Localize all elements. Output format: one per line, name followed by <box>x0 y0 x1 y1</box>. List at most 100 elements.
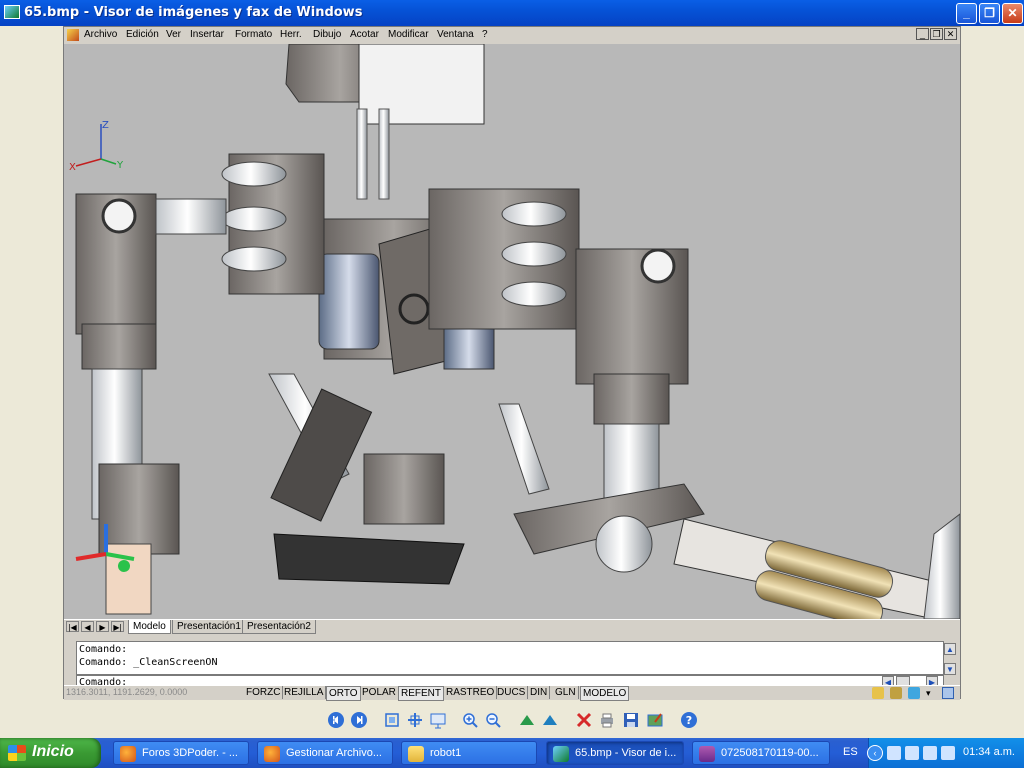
menu-help[interactable]: ? <box>482 29 488 40</box>
status-refent[interactable]: REFENT <box>398 686 444 701</box>
viewer-toolbar: ? <box>0 703 1024 735</box>
window-title: 65.bmp - Visor de imágenes y fax de Wind… <box>24 5 363 20</box>
command-history-line: Comando: <box>79 644 128 655</box>
axis-label-y: Y <box>116 160 124 171</box>
taskbar-item-label: Foros 3DPoder. - ... <box>142 747 238 759</box>
rotate-counterclockwise-icon[interactable] <box>541 711 559 729</box>
status-polar[interactable]: POLAR <box>360 686 399 699</box>
command-window: Comando: Comando: _CleanScreenON ▲ ▼ Com… <box>64 635 960 689</box>
scroll-up-button[interactable]: ▲ <box>944 643 956 655</box>
tab-presentacion1[interactable]: Presentación1 <box>172 620 246 634</box>
taskbar-item-label: 072508170119-00... <box>721 747 819 759</box>
menu-herr[interactable]: Herr. <box>280 29 302 40</box>
menu-dibujo[interactable]: Dibujo <box>313 29 341 40</box>
maximize-button[interactable]: ❐ <box>979 3 1000 24</box>
command-history: Comando: Comando: _CleanScreenON <box>76 641 944 675</box>
comm-center-icon[interactable] <box>908 687 920 699</box>
autocad-image: Archivo Edición Ver Insertar Formato Her… <box>63 26 961 701</box>
status-modelo[interactable]: MODELO <box>580 686 630 701</box>
mdi-restore-button[interactable]: ❐ <box>930 28 943 40</box>
network-icon[interactable] <box>923 746 937 760</box>
tab-next-button[interactable]: ▶ <box>96 621 109 632</box>
start-label: Inicio <box>32 743 74 760</box>
taskbar-item-winrar[interactable]: 072508170119-00... <box>692 741 830 765</box>
taskbar-item-label: 65.bmp - Visor de i... <box>575 747 677 759</box>
taskbar-item-label: Gestionar Archivo... <box>286 747 382 759</box>
autocad-app-icon <box>67 29 79 41</box>
windows-flag-icon <box>8 745 26 761</box>
layout-tabs-bar: |◀ ◀ ▶ ▶| Modelo Presentación1 Presentac… <box>64 619 960 634</box>
save-icon[interactable] <box>622 711 640 729</box>
network-icon[interactable] <box>887 746 901 760</box>
help-icon[interactable]: ? <box>680 711 698 729</box>
clock[interactable]: 01:34 a.m. <box>963 746 1015 758</box>
next-image-icon[interactable] <box>350 711 368 729</box>
delete-icon[interactable] <box>575 711 593 729</box>
previous-image-icon[interactable] <box>327 711 345 729</box>
firefox-icon <box>264 746 280 762</box>
tab-first-button[interactable]: |◀ <box>66 621 79 632</box>
lock-icon[interactable] <box>872 687 884 699</box>
menu-archivo[interactable]: Archivo <box>84 29 117 40</box>
status-menu-icon[interactable]: ▾ <box>926 688 931 699</box>
mdi-minimize-button[interactable]: _ <box>916 28 929 40</box>
folder-icon <box>408 746 424 762</box>
menu-modificar[interactable]: Modificar <box>388 29 429 40</box>
edit-image-icon[interactable] <box>646 711 664 729</box>
close-button[interactable]: ✕ <box>1002 3 1023 24</box>
axis-label-z: Z <box>102 120 109 131</box>
coordinate-readout: 1316.3011, 1191.2629, 0.0000 <box>66 687 188 697</box>
taskbar-item-gestionar[interactable]: Gestionar Archivo... <box>257 741 393 765</box>
taskbar-item-label: robot1 <box>430 747 462 759</box>
status-rastreo[interactable]: RASTREO <box>444 686 498 699</box>
system-tray: ‹ 01:34 a.m. <box>867 738 1024 768</box>
axis-label-x: X <box>69 162 76 173</box>
rotate-clockwise-icon[interactable] <box>518 711 536 729</box>
zoom-in-icon[interactable] <box>461 711 479 729</box>
tray-expand-icon[interactable]: ‹ <box>867 745 883 761</box>
network-icon[interactable] <box>941 746 955 760</box>
toolbar-lock-icon[interactable] <box>890 687 902 699</box>
svg-text:?: ? <box>686 714 692 727</box>
start-button[interactable]: Inicio <box>0 738 101 768</box>
zoom-out-icon[interactable] <box>484 711 502 729</box>
scroll-down-button[interactable]: ▼ <box>944 663 956 675</box>
status-gln[interactable]: GLN <box>553 686 579 699</box>
menu-ventana[interactable]: Ventana <box>437 29 474 40</box>
actual-size-icon[interactable] <box>406 711 424 729</box>
menu-acotar[interactable]: Acotar <box>350 29 379 40</box>
language-indicator[interactable]: ES <box>843 746 858 758</box>
minimize-button[interactable]: _ <box>956 3 977 24</box>
tab-presentacion2[interactable]: Presentación2 <box>242 620 316 634</box>
menu-insertar[interactable]: Insertar <box>190 29 224 40</box>
ucs-axis-icon: Z Y X <box>69 120 124 173</box>
cad-status-bar: 1316.3011, 1191.2629, 0.0000 FORZC REJIL… <box>64 685 960 701</box>
taskbar-item-foros[interactable]: Foros 3DPoder. - ... <box>113 741 249 765</box>
status-din[interactable]: DIN <box>528 686 551 699</box>
tab-modelo[interactable]: Modelo <box>128 620 171 634</box>
taskbar-item-robot1[interactable]: robot1 <box>401 741 537 765</box>
clean-screen-icon[interactable] <box>942 687 954 699</box>
status-forzc[interactable]: FORZC <box>244 686 284 699</box>
robot-render: Z Y X <box>69 44 960 619</box>
window-titlebar[interactable]: 65.bmp - Visor de imágenes y fax de Wind… <box>0 0 1024 26</box>
firefox-icon <box>120 746 136 762</box>
mdi-close-button[interactable]: ✕ <box>944 28 957 40</box>
tab-last-button[interactable]: ▶| <box>111 621 124 632</box>
autocad-menubar: Archivo Edición Ver Insertar Formato Her… <box>64 27 960 44</box>
command-history-line: Comando: _CleanScreenON <box>79 657 218 668</box>
best-fit-icon[interactable] <box>383 711 401 729</box>
status-orto[interactable]: ORTO <box>326 686 361 701</box>
image-viewer-icon <box>553 746 569 762</box>
messenger-icon[interactable] <box>905 746 919 760</box>
model-viewport[interactable]: Z Y X <box>64 44 960 619</box>
tab-prev-button[interactable]: ◀ <box>81 621 94 632</box>
status-ducs[interactable]: DUCS <box>495 686 529 699</box>
menu-edicion[interactable]: Edición <box>126 29 159 40</box>
menu-ver[interactable]: Ver <box>166 29 181 40</box>
menu-formato[interactable]: Formato <box>235 29 272 40</box>
slideshow-icon[interactable] <box>429 711 447 729</box>
taskbar-item-65bmp[interactable]: 65.bmp - Visor de i... <box>546 741 684 765</box>
status-rejilla[interactable]: REJILLA <box>282 686 327 699</box>
print-icon[interactable] <box>598 711 616 729</box>
